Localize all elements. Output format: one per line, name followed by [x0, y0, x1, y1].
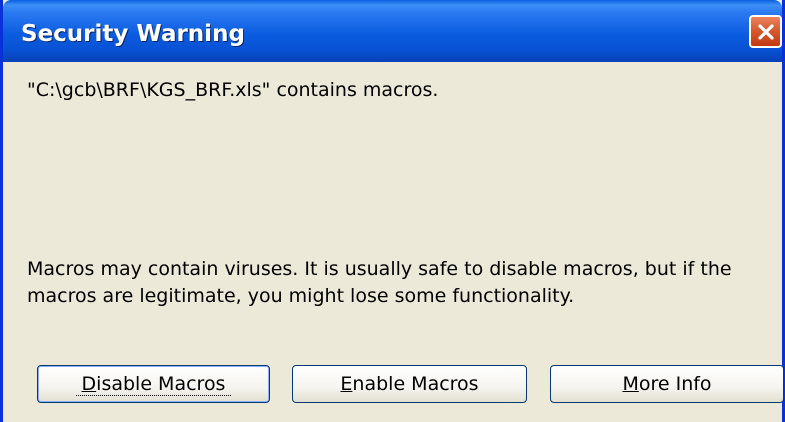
disable-macros-button[interactable]: Disable Macros [37, 365, 270, 403]
macro-file-message: "C:\gcb\BRF\KGS_BRF.xls" contains macros… [27, 79, 439, 101]
focus-indicator: Disable Macros [75, 372, 232, 396]
more-info-button[interactable]: More Info [550, 365, 784, 403]
macro-warning-description: Macros may contain viruses. It is usuall… [27, 258, 732, 307]
disable-mnemonic: D [81, 372, 97, 395]
more-mnemonic: M [622, 373, 639, 395]
close-button[interactable] [749, 15, 782, 48]
enable-label-rest: nable Macros [352, 373, 479, 395]
enable-mnemonic: E [340, 373, 353, 395]
close-icon [756, 22, 776, 42]
enable-macros-button[interactable]: Enable Macros [292, 365, 527, 403]
security-warning-dialog: Security Warning "C:\gcb\BRF\KGS_BRF.xls… [0, 0, 785, 422]
title-bar[interactable]: Security Warning [3, 0, 782, 62]
more-label-rest: ore Info [638, 373, 712, 395]
disable-label-rest: isable Macros [96, 372, 226, 395]
window-title: Security Warning [21, 21, 245, 47]
